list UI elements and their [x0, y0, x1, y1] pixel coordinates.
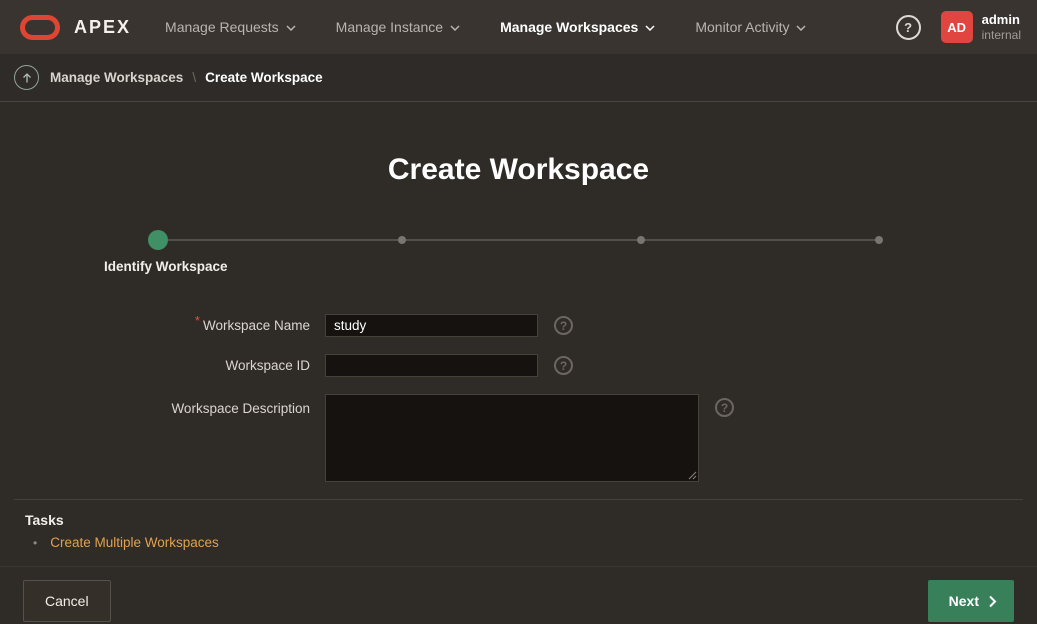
label-text: Workspace Name: [203, 318, 310, 333]
menu-label: Manage Requests: [165, 19, 279, 35]
step-dot-4: [875, 236, 883, 244]
create-workspace-form: *Workspace Name ? Workspace ID ? Workspa…: [0, 314, 1037, 482]
chevron-right-icon: [989, 595, 997, 608]
workspace-description-label: Workspace Description: [0, 394, 310, 417]
main-menu: Manage Requests Manage Instance Manage W…: [165, 19, 846, 35]
oracle-logo-icon: [20, 15, 60, 40]
up-arrow-icon[interactable]: [14, 65, 39, 90]
next-button-label: Next: [949, 593, 979, 609]
breadcrumb-parent[interactable]: Manage Workspaces: [50, 70, 183, 85]
user-org: internal: [982, 28, 1021, 42]
user-meta: admin internal: [982, 12, 1021, 42]
workspace-name-row: *Workspace Name ?: [0, 314, 1037, 337]
input-col: ?: [325, 314, 573, 337]
menu-label: Monitor Activity: [695, 19, 789, 35]
input-col: ?: [325, 354, 573, 377]
breadcrumb: Manage Workspaces \ Create Workspace: [0, 54, 1037, 102]
required-marker: *: [195, 313, 200, 328]
menu-label: Manage Instance: [336, 19, 443, 35]
tasks-region: Tasks • Create Multiple Workspaces: [0, 500, 1037, 550]
workspace-description-help-icon[interactable]: ?: [715, 398, 734, 417]
wizard-footer: Cancel Next: [0, 566, 1037, 622]
cancel-button[interactable]: Cancel: [23, 580, 111, 622]
tasks-heading: Tasks: [25, 512, 1037, 528]
workspace-id-input[interactable]: [325, 354, 538, 377]
avatar[interactable]: AD: [941, 11, 973, 43]
step-dot-2: [398, 236, 406, 244]
breadcrumb-current: Create Workspace: [205, 70, 323, 85]
menu-label: Manage Workspaces: [500, 19, 638, 35]
input-col: ?: [325, 394, 734, 482]
workspace-id-label: Workspace ID: [0, 354, 310, 377]
menu-manage-requests[interactable]: Manage Requests: [165, 19, 296, 35]
step-dot-1-current: [148, 230, 168, 250]
chevron-down-icon: [645, 25, 655, 31]
current-step-label: Identify Workspace: [104, 259, 1037, 274]
textarea-wrap: [325, 394, 699, 482]
chevron-down-icon: [796, 25, 806, 31]
main-content: Create Workspace Identify Workspace *Wor…: [0, 152, 1037, 624]
step-connector: [645, 239, 875, 241]
workspace-name-help-icon[interactable]: ?: [554, 316, 573, 335]
menu-monitor-activity[interactable]: Monitor Activity: [695, 19, 806, 35]
label-text: Workspace ID: [225, 358, 310, 373]
apex-brand: APEX: [74, 17, 131, 38]
workspace-name-input[interactable]: [325, 314, 538, 337]
next-button[interactable]: Next: [928, 580, 1014, 622]
create-multiple-workspaces-link[interactable]: Create Multiple Workspaces: [50, 535, 219, 550]
workspace-description-textarea[interactable]: [325, 394, 699, 482]
menu-manage-instance[interactable]: Manage Instance: [336, 19, 460, 35]
workspace-id-help-icon[interactable]: ?: [554, 356, 573, 375]
help-icon[interactable]: ?: [896, 15, 921, 40]
workspace-description-row: Workspace Description ?: [0, 394, 1037, 482]
step-connector: [406, 239, 636, 241]
label-text: Workspace Description: [171, 401, 310, 416]
task-item: • Create Multiple Workspaces: [25, 535, 1037, 550]
workspace-id-row: Workspace ID ?: [0, 354, 1037, 377]
menu-manage-workspaces[interactable]: Manage Workspaces: [500, 19, 655, 35]
chevron-down-icon: [286, 25, 296, 31]
bullet-icon: •: [33, 536, 37, 550]
step-dot-3: [637, 236, 645, 244]
step-connector: [168, 239, 398, 241]
chevron-down-icon: [450, 25, 460, 31]
breadcrumb-separator: \: [192, 70, 196, 85]
top-navbar: APEX Manage Requests Manage Instance Man…: [0, 0, 1037, 54]
user-name: admin: [982, 12, 1021, 28]
page-title: Create Workspace: [0, 152, 1037, 188]
wizard-stepper: [148, 230, 883, 250]
workspace-name-label: *Workspace Name: [0, 314, 310, 337]
